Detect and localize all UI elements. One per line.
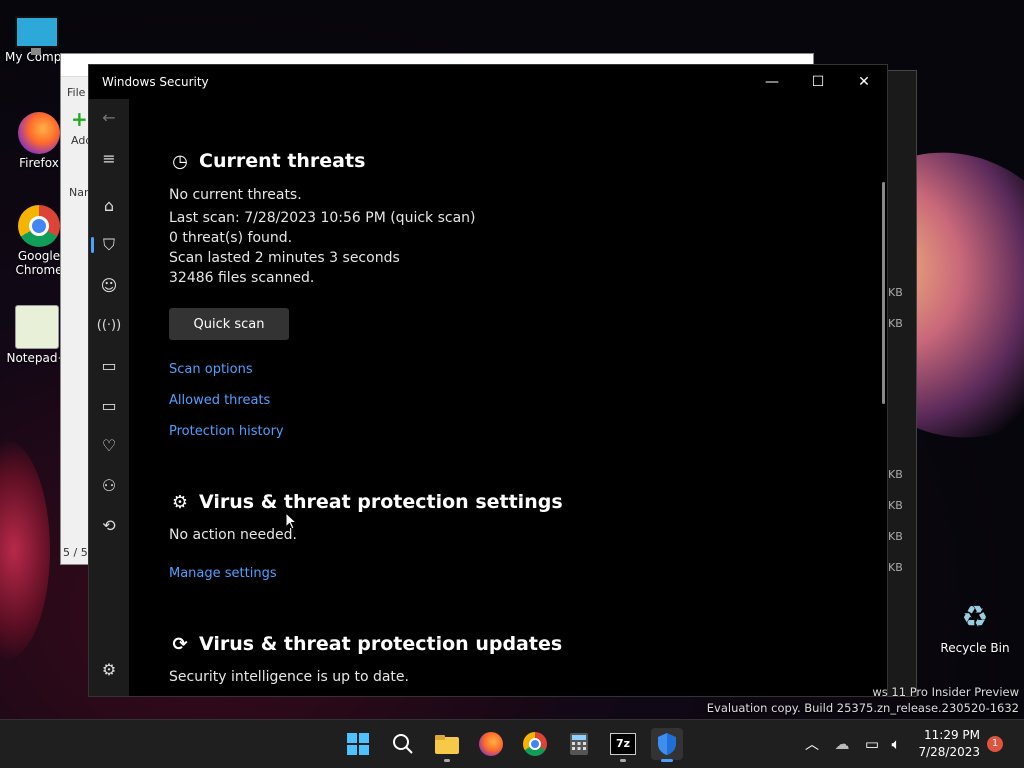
file-size: KB: [888, 468, 903, 481]
desktop-icon-label: Google Chrome: [15, 249, 63, 277]
files-scanned-text: 32486 files scanned.: [169, 270, 315, 286]
firefox-icon[interactable]: [475, 728, 507, 760]
clock-time: 11:29 PM: [924, 728, 980, 742]
heart-pulse-icon[interactable]: ♡: [89, 430, 129, 460]
system-clock[interactable]: 11:29 PM 7/28/2023: [918, 727, 980, 761]
intelligence-status-text: Security intelligence is up to date.: [169, 669, 409, 685]
quick-scan-button[interactable]: Quick scan: [169, 308, 289, 340]
current-threats-title: Current threats: [199, 150, 366, 172]
desktop-icon-label: Recycle Bin: [940, 641, 1010, 655]
nav-rail: ← ≡ ⌂ ⛉ ☺ ((·)) ▭ ▭ ♡ ⚇ ⟲ ⚙: [89, 99, 129, 696]
main-content: ◷ Current threats No current threats. La…: [129, 99, 887, 696]
family-icon[interactable]: ⚇: [89, 470, 129, 500]
background-dark-window[interactable]: [885, 70, 917, 697]
maximize-button[interactable]: ☐: [795, 65, 841, 99]
gears-check-icon: ⚙: [171, 491, 189, 513]
protection-updates-title: Virus & threat protection updates: [199, 633, 563, 655]
file-size: KB: [888, 317, 903, 330]
onedrive-cloud-icon[interactable]: ☁: [826, 728, 858, 760]
recycle-bin-icon: ♻: [961, 600, 989, 635]
clock-date: 7/28/2023: [918, 745, 980, 759]
mouse-cursor-icon: [285, 512, 297, 530]
minimize-button[interactable]: —: [749, 65, 795, 99]
desktop-icon-label: Firefox: [19, 156, 59, 170]
volume-icon[interactable]: 🔈︎: [880, 728, 912, 760]
protection-updates-heading: ⟳ Virus & threat protection updates: [169, 633, 562, 655]
wallpaper-swoosh-left: [0, 440, 50, 660]
person-icon[interactable]: ☺: [89, 270, 129, 300]
history-icon[interactable]: ⟲: [89, 510, 129, 540]
file-size: KB: [888, 286, 903, 299]
protection-history-link[interactable]: Protection history: [169, 424, 284, 439]
chrome-icon: [18, 205, 60, 247]
no-threats-text: No current threats.: [169, 187, 302, 203]
app-browser-icon[interactable]: ▭: [89, 350, 129, 380]
tray-chevron-up-icon[interactable]: ︿: [796, 728, 828, 760]
scrollbar-thumb[interactable]: [882, 182, 885, 404]
close-button[interactable]: ✕: [841, 65, 887, 99]
laptop-icon[interactable]: ▭: [89, 390, 129, 420]
computer-icon: [15, 16, 59, 55]
firefox-icon: [18, 112, 60, 154]
7zip-icon[interactable]: 7z: [607, 728, 639, 762]
settings-gear-icon[interactable]: ⚙: [89, 654, 129, 684]
status-count: 5 / 5: [63, 546, 88, 559]
file-size: KB: [888, 499, 903, 512]
threats-found-text: 0 threat(s) found.: [169, 230, 293, 246]
scan-options-link[interactable]: Scan options: [169, 362, 253, 377]
taskbar: 7z ︿ ☁ ▭ 🔈︎ 11:29 PM 7/28/2023 1: [0, 719, 1024, 768]
window-titlebar[interactable]: Windows Security — ☐ ✕: [89, 65, 887, 99]
desktop-icon-label: Notepad+: [6, 351, 68, 365]
protection-settings-heading: ⚙ Virus & threat protection settings: [169, 491, 563, 513]
protection-settings-title: Virus & threat protection settings: [199, 491, 563, 513]
file-size: KB: [888, 561, 903, 574]
edition-watermark: ws 11 Pro Insider Preview: [872, 685, 1019, 699]
last-scan-text: Last scan: 7/28/2023 10:56 PM (quick sca…: [169, 210, 476, 226]
notepadpp-icon: [15, 305, 59, 349]
file-explorer-icon[interactable]: [431, 728, 463, 762]
no-action-text: No action needed.: [169, 527, 297, 543]
calculator-icon[interactable]: [563, 728, 595, 760]
back-arrow-icon[interactable]: ←: [89, 102, 129, 132]
window-title: Windows Security: [102, 75, 209, 89]
search-icon[interactable]: [387, 728, 419, 760]
allowed-threats-link[interactable]: Allowed threats: [169, 393, 270, 408]
current-threats-heading: ◷ Current threats: [169, 150, 365, 172]
manage-settings-link[interactable]: Manage settings: [169, 566, 277, 581]
refresh-check-icon: ⟳: [172, 633, 188, 655]
build-watermark: Evaluation copy. Build 25375.zn_release.…: [706, 701, 1019, 715]
windows-security-icon[interactable]: [651, 728, 683, 762]
add-plus-icon[interactable]: +: [71, 109, 89, 129]
desktop-icon-recycle-bin[interactable]: ♻ Recycle Bin: [938, 597, 1012, 655]
notification-badge[interactable]: 1: [987, 736, 1003, 752]
menu-icon[interactable]: ≡: [89, 143, 129, 173]
start-icon[interactable]: [342, 728, 374, 760]
wireless-icon[interactable]: ((·)): [89, 310, 129, 340]
clock-refresh-icon: ◷: [172, 150, 188, 172]
home-icon[interactable]: ⌂: [89, 190, 129, 220]
scan-duration-text: Scan lasted 2 minutes 3 seconds: [169, 250, 400, 266]
menu-file[interactable]: File: [67, 86, 85, 99]
windows-security-window[interactable]: Windows Security — ☐ ✕ ← ≡ ⌂ ⛉ ☺ ((·)) ▭…: [88, 64, 888, 697]
file-size: KB: [888, 530, 903, 543]
shield-icon[interactable]: ⛉: [89, 230, 129, 260]
chrome-icon[interactable]: [519, 728, 551, 760]
